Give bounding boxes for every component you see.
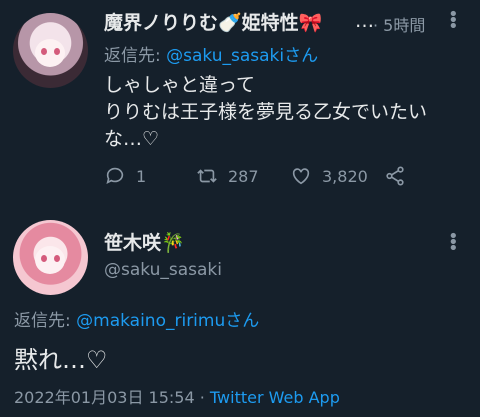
name-truncation: … <box>355 10 374 32</box>
reply-mention-link[interactable]: @makaino_ririmuさん <box>76 311 259 331</box>
more-icon[interactable]: • • • <box>448 228 459 258</box>
main-author-avatar[interactable] <box>13 220 88 295</box>
reply-text-line: りりむは王子様を夢見る乙女でいたい <box>104 101 428 123</box>
reply-prefix: 返信先: <box>14 311 77 331</box>
reply-count: 1 <box>136 166 147 186</box>
reply-action-bar: 1 287 3,820 <box>104 165 434 189</box>
avatar-eye <box>54 48 60 55</box>
reply-timestamp[interactable]: · 5時間 <box>373 12 425 36</box>
avatar-eye <box>41 255 47 262</box>
reply-author-name[interactable]: 魔界ノりりむ🍼姫特性🎀 <box>104 8 322 35</box>
avatar-eye <box>54 255 60 262</box>
retweet-icon <box>197 169 217 183</box>
reply-text: しゃしゃと違って りりむは王子様を夢見る乙女でいたい な…♡ <box>104 72 464 153</box>
reply-button[interactable]: 1 <box>104 165 146 187</box>
share-icon <box>386 166 404 186</box>
main-author-name[interactable]: 笹木咲🎋 <box>104 228 185 255</box>
reply-mention-link[interactable]: @saku_sasakiさん <box>166 46 318 66</box>
retweet-button[interactable]: 287 <box>196 165 259 187</box>
reply-icon <box>106 167 124 184</box>
share-button[interactable] <box>384 165 406 187</box>
reply-text-line: な…♡ <box>104 128 160 150</box>
reply-context: 返信先: @saku_sasakiさん <box>104 41 318 66</box>
reply-text-line: しゃしゃと違って <box>104 74 256 96</box>
tweet-source-link[interactable]: Twitter Web App <box>210 388 340 407</box>
reply-author-avatar[interactable] <box>13 13 88 88</box>
main-reply-context: 返信先: @makaino_ririmuさん <box>14 306 259 331</box>
more-icon[interactable]: • • • <box>448 6 459 36</box>
like-icon <box>292 168 310 185</box>
main-tweet-text: 黙れ…♡ <box>14 346 108 374</box>
like-count: 3,820 <box>322 166 368 186</box>
like-button[interactable]: 3,820 <box>290 165 368 187</box>
main-author-handle[interactable]: @saku_sasaki <box>104 260 222 280</box>
reply-prefix: 返信先: <box>104 46 167 66</box>
avatar-eye <box>41 48 47 55</box>
avatar-face <box>35 39 65 67</box>
tweet-date[interactable]: 2022年01月03日 15:54 · <box>14 388 210 407</box>
main-tweet-meta: 2022年01月03日 15:54 · Twitter Web App <box>14 384 340 408</box>
retweet-count: 287 <box>228 166 259 186</box>
avatar-face <box>35 246 65 274</box>
